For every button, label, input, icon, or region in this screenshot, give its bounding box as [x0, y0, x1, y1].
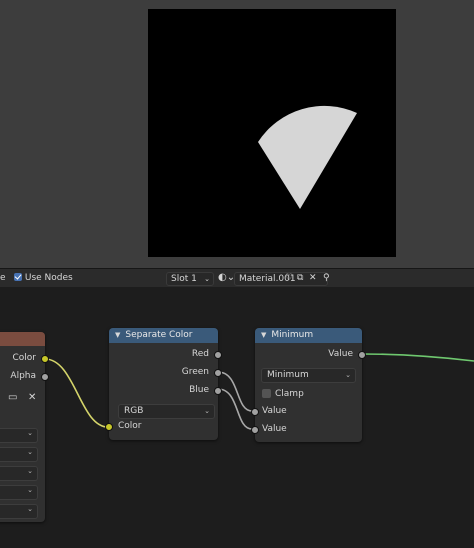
left-field-4[interactable]: ⌄ — [0, 485, 38, 500]
minimum-title: Minimum — [271, 330, 314, 340]
value-output-label: Value — [328, 349, 353, 359]
use-nodes-label: Use Nodes — [24, 273, 73, 283]
left-node-header[interactable] — [0, 332, 45, 346]
close-icon[interactable]: ✕ — [28, 392, 36, 403]
3d-viewport[interactable] — [0, 0, 474, 268]
left-node[interactable]: Color Alpha ▭ ✕ ⌄ ⌄ ⌄ ⌄ ⌄ — [0, 332, 49, 522]
shape-preview — [258, 105, 357, 209]
chevron-down-icon: ⌄ — [204, 275, 210, 283]
red-output-label: Red — [191, 349, 209, 359]
left-field-2[interactable]: ⌄ — [0, 447, 38, 462]
left-color-socket[interactable] — [41, 355, 49, 363]
close-icon[interactable]: ✕ — [309, 272, 317, 284]
minimum-header[interactable]: ▼ Minimum — [255, 328, 362, 343]
color-input-label: Color — [118, 421, 142, 431]
red-output-socket[interactable] — [214, 351, 222, 359]
separate-color-title: Separate Color — [125, 330, 193, 340]
mode-dropdown[interactable]: RGB ⌄ — [118, 404, 215, 419]
value-output-socket[interactable] — [358, 351, 366, 359]
slot-label: Slot 1 — [171, 274, 197, 284]
green-output-label: Green — [181, 367, 209, 377]
folder-icon[interactable]: ▭ — [8, 392, 17, 403]
mode-value: RGB — [124, 406, 144, 416]
color-link — [44, 358, 109, 428]
header-partial-label: e — [0, 273, 6, 283]
blue-output-socket[interactable] — [214, 387, 222, 395]
image-buttons: ▭ ✕ — [0, 392, 40, 406]
chevron-down-icon: ⌄ — [345, 371, 351, 379]
slot-dropdown[interactable]: Slot 1 ⌄ — [166, 272, 214, 286]
chevron-down-icon: ⌄ — [204, 407, 210, 415]
material-browse-icon[interactable]: ◐⌄ — [218, 272, 235, 284]
collapse-chevron-icon[interactable]: ▼ — [261, 328, 266, 343]
value-output-link — [361, 353, 474, 362]
operation-value: Minimum — [267, 370, 309, 380]
color-input-socket[interactable] — [105, 423, 113, 431]
left-output-color-label: Color — [12, 353, 37, 363]
collapse-chevron-icon[interactable]: ▼ — [115, 328, 120, 343]
green-output-socket[interactable] — [214, 369, 222, 377]
duplicate-icon[interactable]: ⧉ — [297, 272, 303, 284]
operation-dropdown[interactable]: Minimum ⌄ — [261, 368, 356, 383]
left-field-5[interactable]: ⌄ — [0, 504, 38, 519]
use-nodes-toggle[interactable]: Use Nodes — [14, 272, 73, 284]
left-field-3[interactable]: ⌄ — [0, 466, 38, 481]
clamp-label: Clamp — [275, 389, 304, 399]
fake-user-icon[interactable]: ♡ — [285, 272, 293, 284]
blue-output-label: Blue — [189, 385, 209, 395]
minimum-node[interactable]: ▼ Minimum Value Minimum ⌄ Clamp Value Valu… — [251, 328, 366, 442]
render-preview — [148, 9, 396, 257]
node-links — [44, 353, 474, 430]
value-input-socket-2[interactable] — [251, 426, 259, 434]
left-alpha-socket[interactable] — [41, 373, 49, 381]
node-editor-header: e Use Nodes Slot 1 ⌄ ◐⌄ Material.001 ♡ ⧉… — [0, 268, 474, 288]
pin-icon[interactable]: ⚲ — [323, 272, 330, 284]
left-output-alpha-label: Alpha — [10, 371, 36, 381]
value-input-socket-1[interactable] — [251, 408, 259, 416]
left-field-1[interactable]: ⌄ — [0, 428, 38, 443]
use-nodes-checkbox[interactable] — [14, 273, 22, 281]
value-input-label-2: Value — [262, 424, 287, 434]
separate-color-node[interactable]: ▼ Separate Color Red Green Blue RGB ⌄ Colo… — [105, 328, 222, 440]
clamp-checkbox[interactable] — [262, 389, 271, 398]
node-editor-canvas[interactable]: Color Alpha ▭ ✕ ⌄ ⌄ ⌄ ⌄ ⌄ ▼ Separate Colo… — [0, 287, 474, 548]
value-input-label-1: Value — [262, 406, 287, 416]
separate-color-header[interactable]: ▼ Separate Color — [109, 328, 218, 343]
